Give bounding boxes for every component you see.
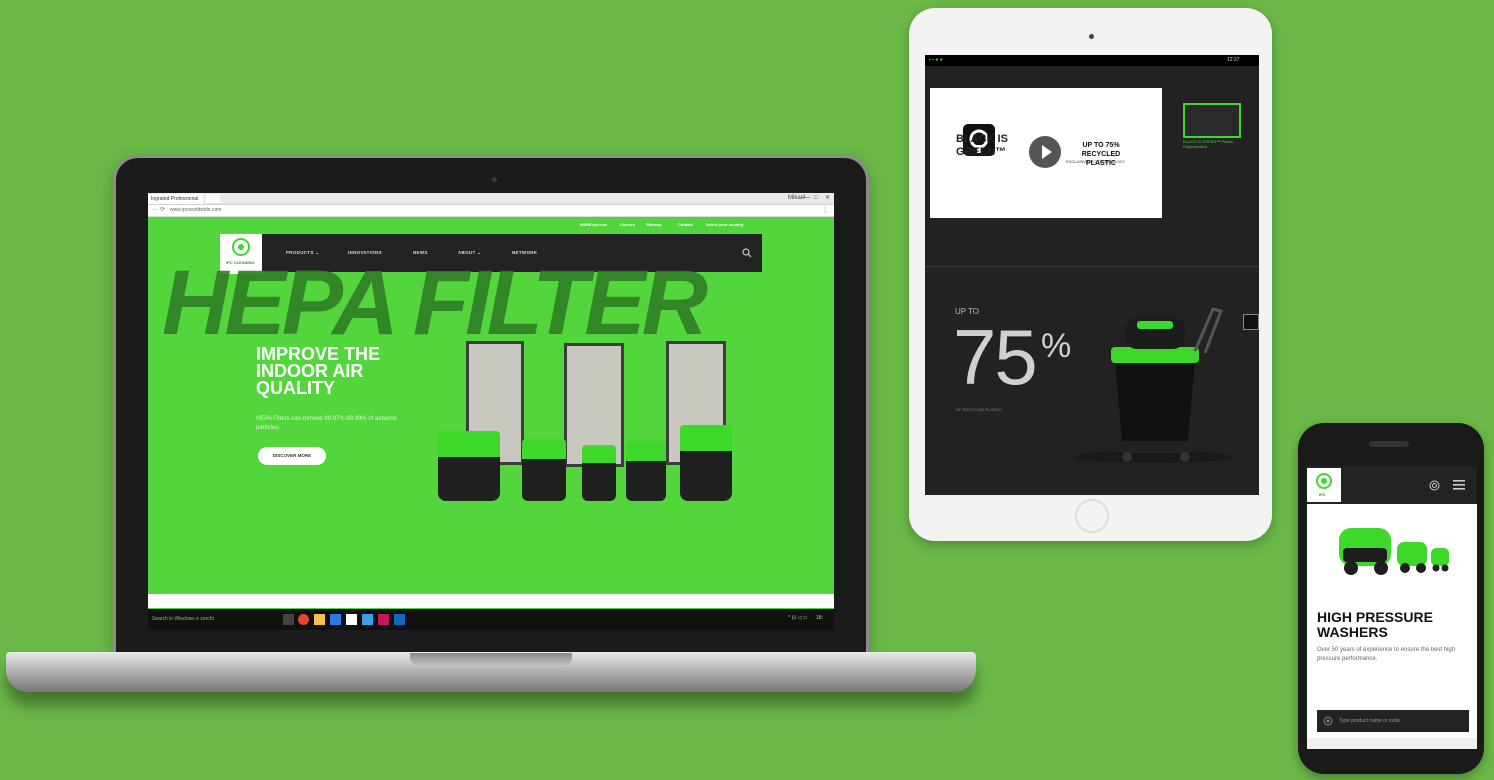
hamburger-menu-icon[interactable] xyxy=(1453,480,1465,490)
reload-icon[interactable]: ⟳ xyxy=(160,206,165,213)
search-placeholder: Type product name or code xyxy=(1339,718,1400,724)
tablet-camera xyxy=(1089,34,1094,39)
taskbar-clock: 18: xyxy=(816,615,823,621)
task-view-icon[interactable] xyxy=(283,614,294,625)
user-label: Mikael xyxy=(788,195,806,201)
video-subtitle: EXCLUSIVE IPC TECHNOLOGY xyxy=(1066,159,1126,164)
hero-background-text: HEPA FILTER xyxy=(162,252,708,354)
laptop-camera xyxy=(492,177,497,182)
browser-tab-strip: Ingrated Professional Mikael — □ ✕ xyxy=(148,193,834,205)
discover-more-button[interactable]: DISCOVER MORE xyxy=(258,447,326,465)
phone-header: IPC xyxy=(1307,466,1477,504)
phone-headline: HIGH PRESSURE WASHERS xyxy=(1317,609,1433,640)
taskbar-search[interactable]: Search in Windows e cerchi xyxy=(152,616,214,622)
scrubber-machine xyxy=(438,431,500,501)
chrome-icon[interactable] xyxy=(298,614,309,625)
ipc-logo[interactable]: IPC xyxy=(1307,468,1341,502)
scrubber-machine xyxy=(582,445,616,501)
address-text: www.ipcworldwide.com xyxy=(170,207,222,213)
maximize-button[interactable]: □ xyxy=(814,193,818,204)
phone-bottom-bar xyxy=(1307,738,1477,749)
phone-copy: Over 50 years of experience to ensure th… xyxy=(1317,647,1456,662)
hero-subcopy: HEPA Filters can remove 99.97% 99.99% of… xyxy=(256,416,397,431)
tablet-home-button[interactable] xyxy=(1075,499,1109,533)
scrubber-machine xyxy=(522,439,566,501)
scrubber-machine xyxy=(626,441,666,501)
system-tray-icons[interactable]: ^ ⊡ ◁ ▭ xyxy=(788,615,807,621)
search-icon xyxy=(1323,716,1333,726)
tablet-screen: ▪ ▪ ● ● 12:27 BLACK IS GREEN™ UP TO 75% … xyxy=(925,55,1259,495)
app-icon[interactable] xyxy=(378,614,389,625)
country-selector[interactable]: Select your country xyxy=(706,222,743,227)
mail-icon[interactable] xyxy=(362,614,373,625)
browser-tab[interactable]: Ingrated Professional xyxy=(148,194,203,204)
stat-caption: OF RECYCLED PLASTIC xyxy=(956,407,1003,412)
minimize-button[interactable]: — xyxy=(804,193,810,204)
page-next-section xyxy=(148,594,834,608)
folder-icon[interactable] xyxy=(314,614,325,625)
search-icon[interactable] xyxy=(1429,480,1440,491)
new-tab-button[interactable] xyxy=(206,194,220,203)
back-icon[interactable]: ← xyxy=(152,206,158,212)
section-divider xyxy=(925,266,1259,267)
windows-taskbar: Search in Windows e cerchi ^ ⊡ ◁ ▭ 18: xyxy=(148,609,834,630)
address-bar[interactable]: ← ⟳ www.ipcworldwide.com ⋮ xyxy=(148,205,834,217)
top-link-careers[interactable]: Careers xyxy=(620,222,635,227)
product-search-field[interactable]: Type product name or code xyxy=(1317,710,1469,732)
thumbnail-caption[interactable]: BLACK IS GREEN™ Plastic Regeneration xyxy=(1183,139,1243,149)
close-button[interactable]: ✕ xyxy=(825,193,830,204)
hero-headline: IMPROVE THE INDOOR AIR QUALITY xyxy=(256,344,381,398)
video-brand: BLACK IS GREEN™ xyxy=(956,133,1008,158)
phone-speaker xyxy=(1369,441,1409,447)
wet-dry-vacuum-image xyxy=(1053,307,1233,463)
laptop-notch xyxy=(410,653,572,667)
store-icon[interactable] xyxy=(330,614,341,625)
search-icon[interactable] xyxy=(742,248,752,258)
top-link-site[interactable]: WWW.ipc.com xyxy=(580,222,607,227)
phone-screen: IPC HIGH PRESSURE WASHERS Over 50 years … xyxy=(1307,466,1477,749)
top-link-sitemap[interactable]: Sitemap xyxy=(646,222,662,227)
top-link-contact[interactable]: Contact xyxy=(678,222,693,227)
play-icon xyxy=(1042,145,1052,159)
status-time: 12:27 xyxy=(1227,57,1240,63)
app-icon[interactable] xyxy=(346,614,357,625)
tablet-status-bar: ▪ ▪ ● ● 12:27 xyxy=(925,55,1259,66)
app-icon[interactable] xyxy=(394,614,405,625)
pressure-washer-image xyxy=(1339,528,1449,575)
video-thumbnail[interactable] xyxy=(1183,103,1241,138)
menu-icon[interactable]: ⋮ xyxy=(822,206,828,213)
notification-icons: ▪ ▪ ● ● xyxy=(929,57,943,63)
laptop-screen: Ingrated Professional Mikael — □ ✕ ← ⟳ w… xyxy=(148,193,834,630)
stat-value: 75 xyxy=(953,313,1038,401)
side-menu-button[interactable] xyxy=(1243,314,1259,330)
scrubber-machine xyxy=(680,425,732,501)
logo-emblem-icon xyxy=(1316,473,1332,489)
logo-text: IPC xyxy=(1319,492,1326,497)
